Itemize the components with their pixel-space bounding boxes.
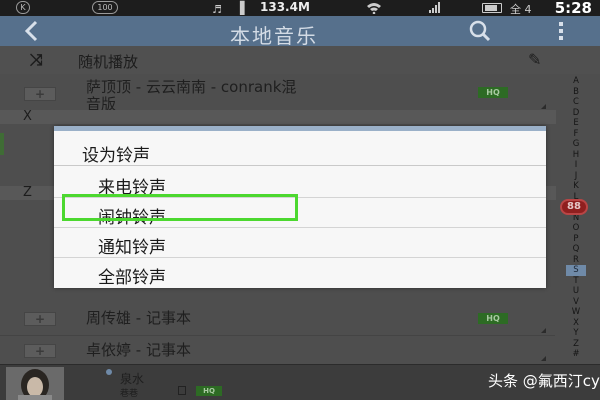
option-all[interactable]: 全部铃声 (54, 258, 546, 288)
index-letter-d[interactable]: D (566, 108, 586, 119)
alphabet-index[interactable]: ABCDEFGHIJKLMNOPQRSTUVWXYZ# (566, 76, 586, 360)
index-letter-c[interactable]: C (566, 97, 586, 108)
list-item[interactable]: + 周传雄 - 记事本 HQ (0, 304, 555, 336)
back-arrow-icon[interactable] (22, 19, 42, 43)
index-letter-g[interactable]: G (566, 139, 586, 150)
option-label: 全部铃声 (98, 268, 166, 288)
add-icon[interactable]: + (24, 312, 56, 326)
hq-badge: HQ (478, 313, 508, 324)
index-letter-u[interactable]: U (566, 286, 586, 297)
search-icon[interactable] (468, 20, 492, 42)
option-label: 通知铃声 (98, 238, 166, 258)
shuffle-play-row[interactable]: ⤨ 随机播放 ✎ (0, 46, 600, 74)
now-playing-artist: 巷巷 (120, 389, 139, 399)
index-letter-r[interactable]: R (566, 255, 586, 266)
playing-indicator (0, 133, 4, 155)
status-bar: K 100 ♬ ▌ 133.4M 全 4 5:28 (0, 0, 600, 17)
count-badge: 88 (560, 199, 588, 215)
index-letter-j[interactable]: J (566, 171, 586, 182)
song-title: 周传雄 - 记事本 (86, 309, 191, 327)
index-letter-q[interactable]: Q (566, 244, 586, 255)
index-letter-t[interactable]: T (566, 276, 586, 287)
wifi-icon (367, 3, 381, 14)
index-letter-o[interactable]: O (566, 223, 586, 234)
pencil-icon[interactable]: ✎ (528, 50, 541, 69)
dialog-title: 设为铃声 (82, 146, 150, 166)
index-letter-e[interactable]: E (566, 118, 586, 129)
add-icon[interactable]: + (24, 344, 56, 358)
progress-dot[interactable] (106, 369, 112, 375)
shuffle-label: 随机播放 (78, 53, 139, 71)
overflow-menu-icon[interactable] (557, 20, 565, 42)
song-title: 萨顶顶 - 云云南南 - conrank混 (86, 78, 297, 96)
watermark: 头条 @氟西汀cy (488, 372, 600, 390)
list-item[interactable]: + 卓依婷 - 记事本 (0, 336, 555, 364)
index-letter-y[interactable]: Y (566, 328, 586, 339)
album-art[interactable] (6, 367, 64, 400)
favorite-icon[interactable] (178, 386, 186, 395)
index-letter-z[interactable]: Z (566, 339, 586, 350)
network-type: 全 4 (510, 3, 532, 16)
signal-icon: ▌ (240, 1, 250, 15)
index-letter-v[interactable]: V (566, 297, 586, 308)
index-letter-w[interactable]: W (566, 307, 586, 318)
dialog-divider (54, 165, 546, 166)
index-letter-p[interactable]: P (566, 234, 586, 245)
add-icon[interactable]: + (24, 87, 56, 101)
index-letter-x[interactable]: X (566, 318, 586, 329)
app-header: 本地音乐 (0, 16, 600, 48)
index-letter-hash[interactable]: # (566, 349, 586, 360)
song-title: 卓依婷 - 记事本 (86, 341, 191, 359)
option-notification[interactable]: 通知铃声 (54, 228, 546, 258)
index-letter-h[interactable]: H (566, 150, 586, 161)
section-header-x: X (0, 110, 556, 124)
shuffle-icon: ⤨ (30, 50, 43, 69)
app-k-icon: K (16, 1, 30, 14)
corner-menu-icon[interactable] (541, 328, 546, 333)
badge-100-icon: 100 (92, 1, 118, 14)
now-playing-title: 泉水 (120, 372, 145, 386)
index-letter-s[interactable]: S (566, 265, 586, 276)
network-speed: 133.4M (260, 0, 310, 14)
highlight-box (62, 194, 298, 221)
cell-signal-icon (429, 2, 440, 13)
corner-menu-icon[interactable] (541, 104, 546, 109)
hq-badge: HQ (478, 87, 508, 98)
index-letter-i[interactable]: I (566, 160, 586, 171)
index-letter-a[interactable]: A (566, 76, 586, 87)
clock: 5:28 (554, 0, 592, 17)
page-title: 本地音乐 (230, 24, 318, 48)
corner-menu-icon[interactable] (541, 356, 546, 361)
battery-icon (482, 3, 502, 13)
hq-badge: HQ (196, 386, 222, 396)
index-letter-f[interactable]: F (566, 129, 586, 140)
index-letter-k[interactable]: K (566, 181, 586, 192)
index-letter-b[interactable]: B (566, 87, 586, 98)
notification-icon: ♬ (212, 3, 222, 16)
